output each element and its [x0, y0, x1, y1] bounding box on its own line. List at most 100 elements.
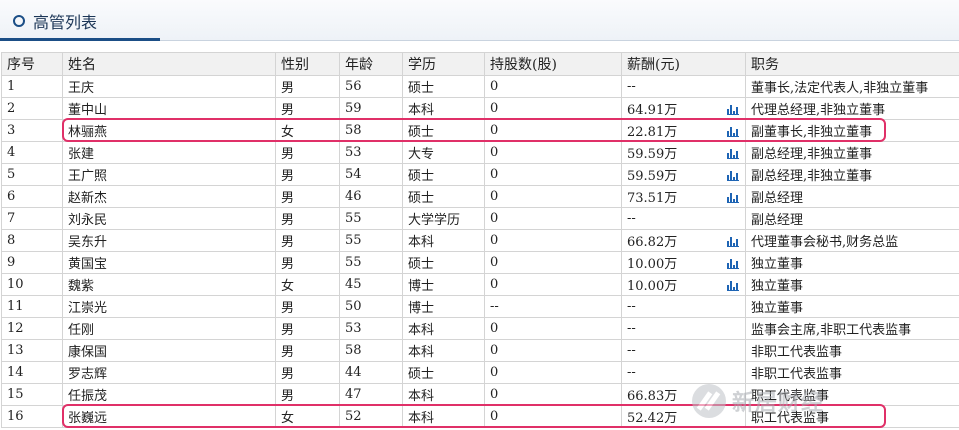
cell-gender: 男	[275, 97, 340, 120]
column-header-age[interactable]: 年龄	[339, 52, 403, 76]
cell-age: 54	[339, 163, 403, 186]
salary-value: 59.59万	[627, 147, 678, 162]
cell-salary: --	[621, 207, 746, 230]
table-row: 11 江崇光男 50 博士 -- -- 独立董事	[1, 295, 959, 318]
table-row: 1 王庆男 56 硕士 0 -- 董事长,法定代表人,非独立董事	[1, 75, 959, 98]
cell-gender: 男	[275, 361, 340, 384]
cell-salary: --	[621, 339, 746, 362]
cell-salary: 73.51万	[621, 185, 746, 208]
cell-age: 59	[339, 97, 403, 120]
cell-education: 本科	[402, 383, 485, 406]
cell-index: 4	[1, 141, 63, 164]
column-header-index[interactable]: 序号	[1, 52, 63, 76]
cell-gender: 男	[275, 141, 340, 164]
column-header-shares[interactable]: 持股数(股)	[484, 52, 622, 76]
cell-name: 吴东升	[62, 229, 276, 252]
cell-name: 江崇光	[62, 295, 276, 318]
cell-index: 3	[1, 119, 63, 142]
cell-index: 1	[1, 75, 63, 98]
table-row: 12 任刚男 53 本科 0 -- 监事会主席,非职工代表监事	[1, 317, 959, 340]
bar-chart-icon[interactable]	[727, 258, 739, 269]
column-header-position[interactable]: 职务	[745, 52, 959, 76]
salary-value: 22.81万	[627, 125, 678, 140]
salary-value: --	[627, 365, 636, 380]
cell-shares: 0	[484, 383, 622, 406]
column-header-education[interactable]: 学历	[402, 52, 485, 76]
cell-education: 本科	[402, 405, 485, 428]
cell-gender: 男	[275, 75, 340, 98]
cell-salary: 10.00万	[621, 251, 746, 274]
bar-chart-icon[interactable]	[727, 104, 739, 115]
cell-index: 7	[1, 207, 63, 230]
table-row: 5 王广照男 54 硕士 0 59.59万 副总经理,非独立董事	[1, 163, 959, 186]
cell-education: 硕士	[402, 119, 485, 142]
column-header-name[interactable]: 姓名	[62, 52, 276, 76]
bar-chart-icon[interactable]	[727, 280, 739, 291]
cell-name: 张建	[62, 141, 276, 164]
cell-index: 11	[1, 295, 63, 318]
cell-position: 副总经理,非独立董事	[745, 141, 959, 164]
cell-gender: 女	[275, 405, 340, 428]
cell-name: 董中山	[62, 97, 276, 120]
cell-salary: 59.59万	[621, 163, 746, 186]
cell-education: 本科	[402, 339, 485, 362]
cell-age: 56	[339, 75, 403, 98]
cell-position: 副总经理	[745, 185, 959, 208]
table-row: 15 任振茂男 47 本科 0 66.83万 职工代表监事	[1, 383, 959, 406]
column-header-gender[interactable]: 性别	[275, 52, 340, 76]
cell-index: 2	[1, 97, 63, 120]
cell-shares: 0	[484, 207, 622, 230]
cell-shares: 0	[484, 141, 622, 164]
salary-value: --	[627, 343, 636, 358]
table-row: 13 康保国男 58 本科 0 -- 非职工代表监事	[1, 339, 959, 362]
cell-position: 职工代表监事	[745, 405, 959, 428]
cell-name: 罗志辉	[62, 361, 276, 384]
cell-age: 55	[339, 251, 403, 274]
cell-age: 45	[339, 273, 403, 296]
cell-index: 10	[1, 273, 63, 296]
salary-value: 66.82万	[627, 235, 678, 250]
cell-gender: 女	[275, 119, 340, 142]
bar-chart-icon[interactable]	[727, 148, 739, 159]
cell-gender: 男	[275, 229, 340, 252]
cell-salary: 66.82万	[621, 229, 746, 252]
cell-index: 9	[1, 251, 63, 274]
cell-shares: --	[484, 295, 622, 318]
cell-name: 王庆	[62, 75, 276, 98]
cell-gender: 男	[275, 295, 340, 318]
bar-chart-icon[interactable]	[727, 170, 739, 181]
cell-position: 非职工代表监事	[745, 339, 959, 362]
salary-value: 66.83万	[627, 389, 678, 404]
bar-chart-icon[interactable]	[727, 126, 739, 137]
cell-index: 16	[1, 405, 63, 428]
cell-education: 硕士	[402, 163, 485, 186]
bar-chart-icon[interactable]	[727, 236, 739, 247]
cell-index: 5	[1, 163, 63, 186]
salary-value: 59.59万	[627, 169, 678, 184]
cell-index: 14	[1, 361, 63, 384]
cell-gender: 男	[275, 207, 340, 230]
cell-education: 硕士	[402, 75, 485, 98]
cell-position: 监事会主席,非职工代表监事	[745, 317, 959, 340]
salary-value: 73.51万	[627, 191, 678, 206]
cell-name: 康保国	[62, 339, 276, 362]
executive-table: 序号 姓名 性别 年龄 学历 持股数(股) 薪酬(元) 职务 1 王庆男 56 硕士 0…	[1, 52, 959, 428]
column-header-salary[interactable]: 薪酬(元)	[621, 52, 746, 76]
cell-name: 黄国宝	[62, 251, 276, 274]
bar-chart-icon[interactable]	[727, 192, 739, 203]
cell-index: 6	[1, 185, 63, 208]
cell-shares: 0	[484, 97, 622, 120]
cell-shares: 0	[484, 405, 622, 428]
cell-salary: 52.42万	[621, 405, 746, 428]
salary-value: 10.00万	[627, 279, 678, 294]
cell-name: 王广照	[62, 163, 276, 186]
cell-education: 本科	[402, 229, 485, 252]
cell-gender: 男	[275, 317, 340, 340]
cell-name: 魏紫	[62, 273, 276, 296]
cell-position: 独立董事	[745, 251, 959, 274]
cell-position: 职工代表监事	[745, 383, 959, 406]
cell-shares: 0	[484, 163, 622, 186]
header-accent-bar	[0, 38, 160, 41]
cell-index: 12	[1, 317, 63, 340]
cell-salary: --	[621, 295, 746, 318]
